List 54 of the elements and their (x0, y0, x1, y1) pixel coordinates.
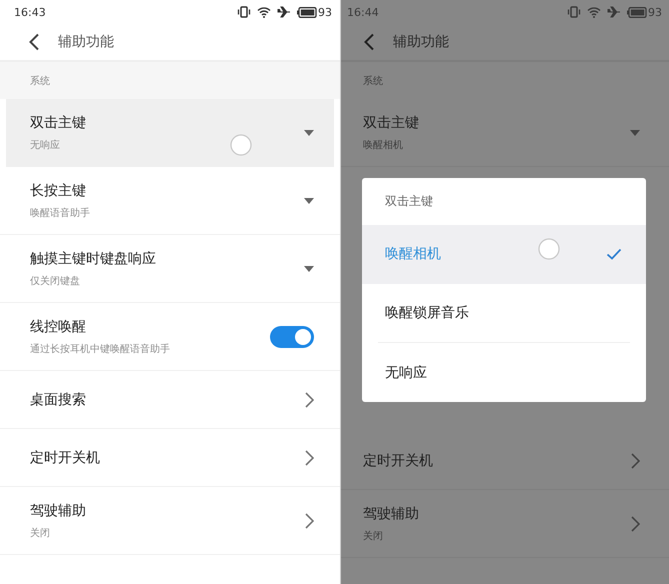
battery-icon (297, 6, 317, 18)
row-title: 触摸主键时键盘响应 (30, 250, 156, 268)
chevron-right-icon (305, 392, 314, 408)
toggle-switch[interactable] (270, 326, 314, 348)
wifi-icon (257, 6, 271, 18)
status-time: 16:44 (347, 6, 379, 18)
battery-level: 93 (318, 6, 332, 18)
row-title: 定时开关机 (363, 452, 433, 470)
dialog-option[interactable]: 唤醒锁屏音乐 (378, 284, 630, 344)
row-title: 线控唤醒 (30, 318, 87, 336)
vibrate-icon (567, 6, 581, 18)
battery-level: 93 (648, 6, 662, 18)
wifi-icon (587, 6, 601, 18)
settings-row[interactable]: 定时开关机 (341, 432, 669, 490)
back-icon[interactable] (28, 33, 40, 51)
row-subtitle: 仅关闭键盘 (30, 274, 81, 288)
chevron-right-icon (305, 512, 314, 528)
row-subtitle: 通过长按耳机中键唤醒语音助手 (30, 342, 170, 356)
status-time: 16:43 (14, 6, 46, 18)
row-subtitle: 关闭 (30, 526, 51, 540)
dialog-option[interactable]: 无响应 (378, 343, 630, 402)
row-title: 定时开关机 (30, 448, 100, 466)
row-subtitle: 唤醒相机 (363, 138, 404, 152)
dialog-title: 双击主键 (384, 192, 434, 210)
row-title: 驾驶辅助 (363, 504, 419, 522)
airplane-icon (277, 6, 291, 18)
page-title: 辅助功能 (58, 33, 114, 51)
row-subtitle: 关闭 (363, 530, 384, 542)
chevron-right-icon (305, 450, 314, 466)
row-subtitle: 无响应 (30, 138, 61, 152)
settings-row[interactable]: 双击主键 无响应 (6, 99, 334, 167)
dropdown-triangle-icon (304, 198, 314, 204)
chevron-right-icon (631, 516, 640, 532)
chevron-right-icon (631, 452, 640, 468)
row-title: 双击主键 (30, 114, 86, 132)
settings-row[interactable]: 双击主键 唤醒相机 (341, 99, 669, 167)
vibrate-icon (237, 6, 251, 18)
dropdown-triangle-icon (630, 130, 640, 136)
battery-icon (627, 6, 647, 18)
row-subtitle: 唤醒语音助手 (30, 206, 90, 220)
back-icon[interactable] (363, 33, 375, 51)
row-title: 长按主键 (30, 182, 87, 200)
section-header: 系统 (0, 62, 340, 99)
check-icon (606, 248, 622, 260)
row-title: 桌面搜索 (30, 390, 86, 408)
row-title: 双击主键 (363, 114, 419, 132)
section-header: 系统 (362, 74, 384, 88)
airplane-icon (607, 6, 621, 18)
dropdown-triangle-icon (304, 266, 314, 272)
settings-row[interactable]: 驾驶辅助 关闭 (341, 490, 669, 558)
dropdown-triangle-icon (304, 130, 314, 136)
settings-row[interactable]: 线控唤醒 通过长按耳机中键唤醒语音助手 (0, 303, 340, 371)
page-title: 辅助功能 (393, 33, 449, 51)
row-title: 驾驶辅助 (30, 502, 86, 520)
